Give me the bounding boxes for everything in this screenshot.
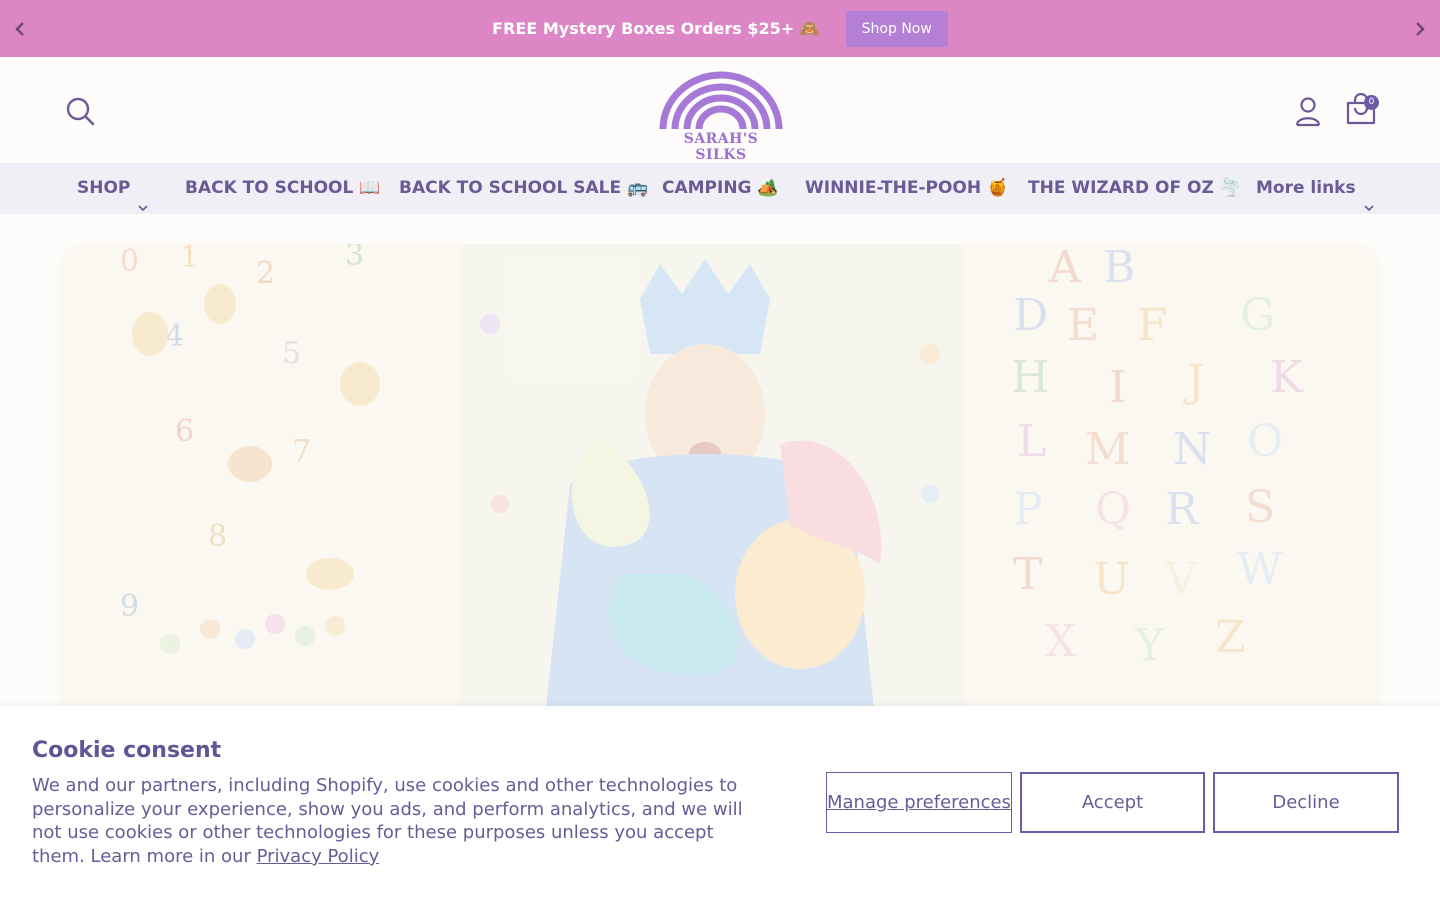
chevron-down-icon [1364,183,1374,212]
announcement-bar: FREE Mystery Boxes Orders $25+ 🙈 Shop No… [0,0,1440,57]
nav-item-label: More links [1256,178,1356,198]
cookie-consent-banner: Cookie consent We and our partners, incl… [0,706,1440,900]
manage-preferences-button[interactable]: Manage preferences [826,772,1012,833]
accept-label: Accept [1081,792,1144,813]
account-icon[interactable] [1293,95,1323,127]
hero-overlay [60,244,1380,764]
cookie-description: We and our partners, including Shopify, … [32,774,762,868]
announcement-text: FREE Mystery Boxes Orders $25+ 🙈 [492,19,820,38]
nav-item-shop[interactable]: SHOP [77,163,148,214]
nav-item-camping[interactable]: CAMPING 🏕️ [662,163,779,214]
nav-item-label: BACK TO SCHOOL SALE 🚌 [399,178,649,198]
nav-item-label: SHOP [77,178,131,198]
chevron-down-icon [138,183,148,212]
logo-text: SARAH'S SILKS [683,131,759,163]
privacy-policy-link[interactable]: Privacy Policy [257,846,380,867]
decline-button[interactable]: Decline [1213,772,1399,833]
shop-now-button[interactable]: Shop Now [845,10,948,47]
chevron-left-icon[interactable] [0,0,40,57]
search-icon[interactable] [64,95,96,127]
decline-label: Decline [1272,792,1340,813]
nav-item-winnie-the-pooh[interactable]: WINNIE-THE-POOH 🍯 [805,163,1008,214]
nav-item-label: BACK TO SCHOOL 📖 [185,178,381,198]
nav-item-back-to-school[interactable]: BACK TO SCHOOL 📖 [185,163,380,214]
cookie-body-text: We and our partners, including Shopify, … [32,775,743,867]
nav-item-label: THE WIZARD OF OZ 🌪️ [1028,178,1241,198]
site-header: SARAH'S SILKS 0 [0,57,1440,163]
nav-item-label: CAMPING 🏕️ [662,178,779,198]
accept-button[interactable]: Accept [1020,772,1205,833]
site-logo[interactable]: SARAH'S SILKS [656,71,786,163]
chevron-right-icon[interactable] [1400,0,1440,57]
hero-banner[interactable]: 0 1 2 3 4 5 6 7 8 9 [60,244,1380,764]
nav-item-wizard-of-oz[interactable]: THE WIZARD OF OZ 🌪️ [1028,163,1241,214]
cookie-title: Cookie consent [32,738,222,763]
main-nav: SHOP BACK TO SCHOOL 📖 BACK TO SCHOOL SAL… [0,163,1440,214]
cart-count-badge: 0 [1364,95,1379,110]
nav-item-back-to-school-sale[interactable]: BACK TO SCHOOL SALE 🚌 [399,163,648,214]
manage-preferences-label: Manage preferences [827,791,1011,813]
nav-item-label: WINNIE-THE-POOH 🍯 [805,178,1009,198]
nav-item-more-links[interactable]: More links [1256,163,1374,214]
